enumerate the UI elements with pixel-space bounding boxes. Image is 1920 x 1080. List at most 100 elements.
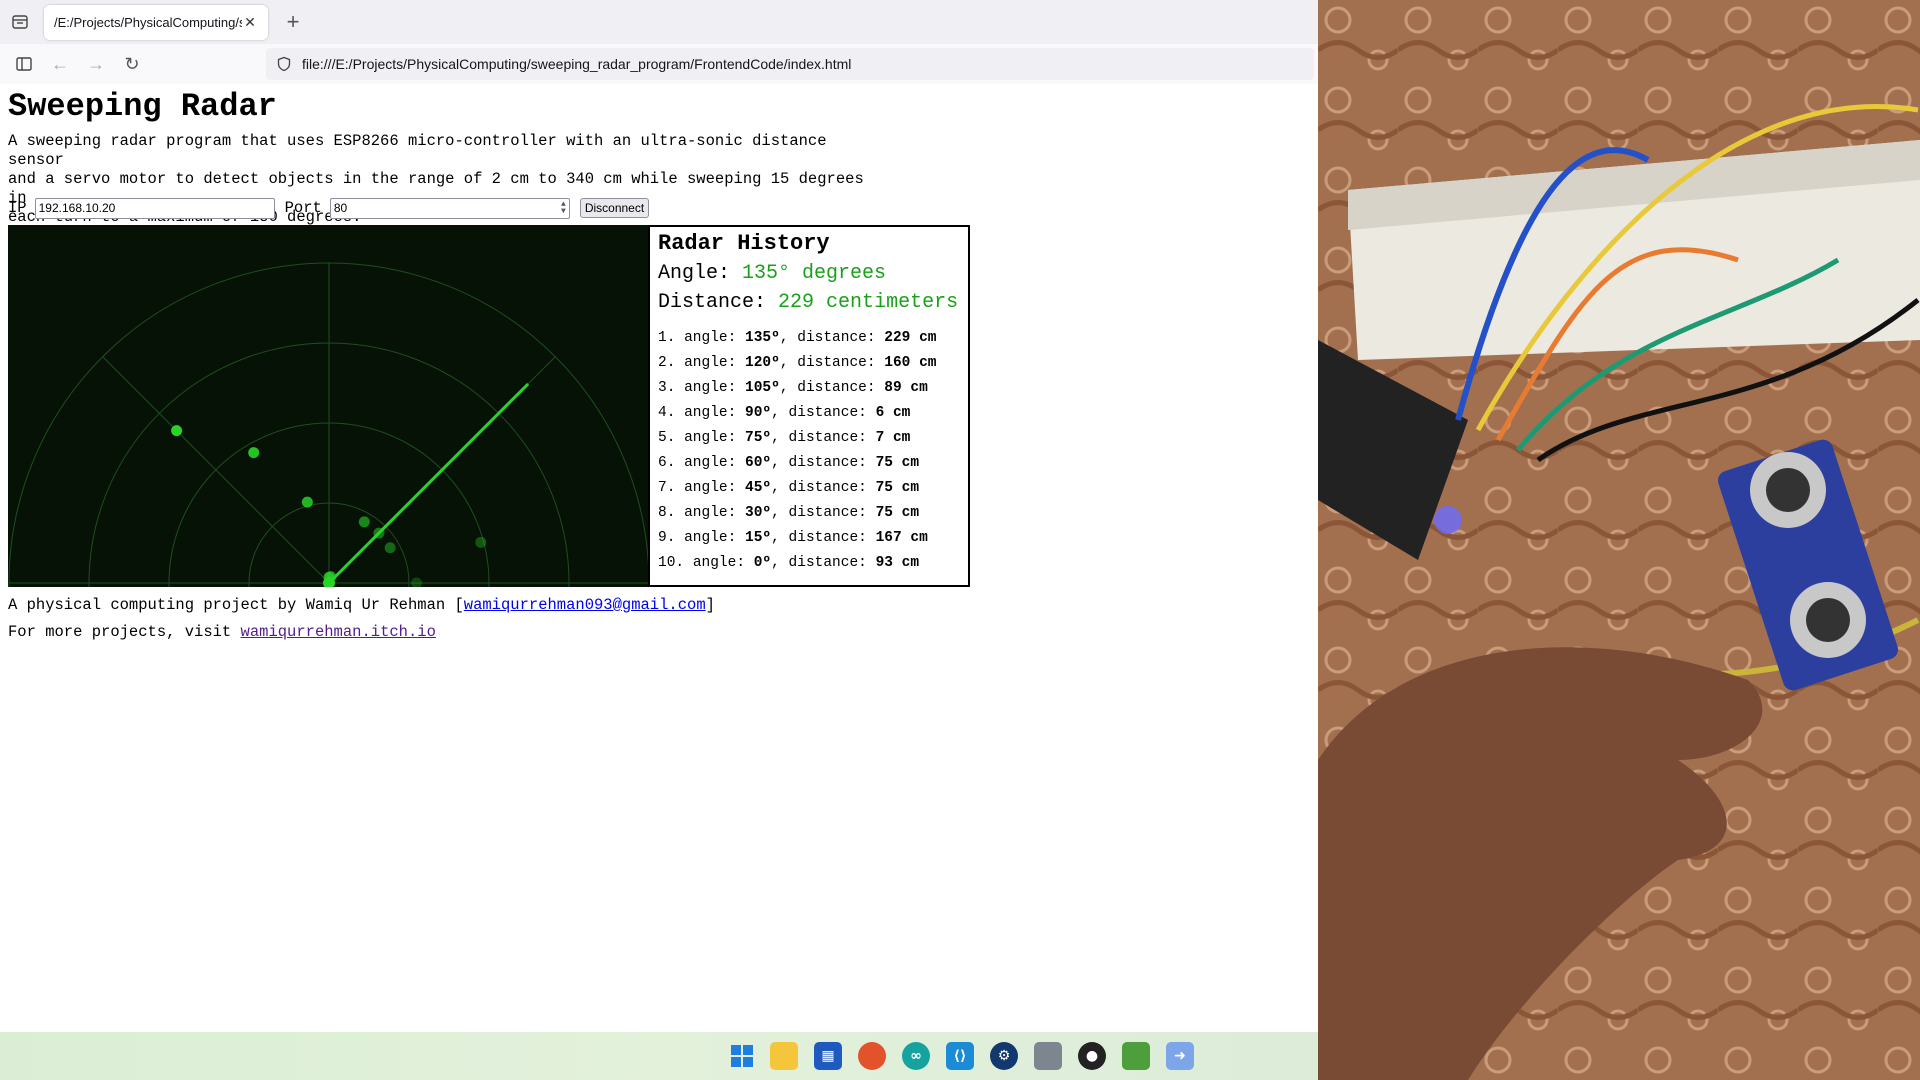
game-icon[interactable] xyxy=(1122,1042,1150,1070)
sidebar-toggle-icon[interactable] xyxy=(12,52,36,76)
camera-image xyxy=(1318,0,1920,1080)
radar-display xyxy=(8,262,648,587)
entry-angle-label: angle: xyxy=(684,480,737,496)
page-title: Sweeping Radar xyxy=(8,88,277,125)
vscode-icon[interactable]: ⟨⟩ xyxy=(946,1042,974,1070)
footer-projects-text: For more projects, visit xyxy=(8,623,241,641)
port-field: ▲▼ xyxy=(329,197,570,219)
entry-number: 3. xyxy=(658,380,676,396)
history-entry: 4. angle: 90º, distance: 6 cm xyxy=(658,405,911,421)
entry-distance-value: 229 cm xyxy=(884,330,937,346)
history-entry: 10. angle: 0º, distance: 93 cm xyxy=(658,555,920,571)
history-list: 1. angle: 135º, distance: 229 cm 2. angle… xyxy=(658,326,960,576)
entry-angle-label: angle: xyxy=(684,530,737,546)
entry-distance-value: 89 cm xyxy=(884,380,928,396)
entry-distance-value: 167 cm xyxy=(875,530,928,546)
current-distance: Distance: 229 centimeters xyxy=(658,291,960,314)
entry-distance-label: distance: xyxy=(797,355,876,371)
page-content: Sweeping Radar A sweeping radar program … xyxy=(0,84,1318,1032)
entry-angle-label: angle: xyxy=(684,380,737,396)
entry-angle-value: 60º xyxy=(745,455,772,471)
windows-start-icon[interactable] xyxy=(728,1042,756,1070)
new-tab-button[interactable]: + xyxy=(280,9,306,35)
entry-angle-label: angle: xyxy=(692,555,746,571)
port-spinner-icon[interactable]: ▲ ▼ xyxy=(561,200,566,215)
disconnect-button[interactable]: Disconnect xyxy=(579,198,650,218)
arrow-app-icon[interactable]: ➜ xyxy=(1166,1042,1194,1070)
forward-arrow-icon[interactable]: → xyxy=(84,52,108,76)
entry-number: 6. xyxy=(658,455,676,471)
current-angle: Angle: 135° degrees xyxy=(658,262,960,285)
browser-window: /E:/Projects/PhysicalComputing/swe ✕ + ←… xyxy=(0,0,1318,1032)
reload-icon[interactable]: ↻ xyxy=(120,52,144,76)
entry-angle-value: 15º xyxy=(745,530,772,546)
ip-input[interactable] xyxy=(34,197,275,219)
tab-index-html[interactable]: /E:/Projects/PhysicalComputing/swe ✕ xyxy=(44,5,268,40)
history-entry: 7. angle: 45º, distance: 75 cm xyxy=(658,480,920,496)
angle-value: 135° degrees xyxy=(742,262,887,285)
distance-label: Distance: xyxy=(658,291,767,314)
entry-number: 8. xyxy=(658,505,676,521)
entry-angle-value: 30º xyxy=(745,505,772,521)
footer-author-text: A physical computing project by Wamiq Ur… xyxy=(8,596,464,614)
history-entry: 5. angle: 75º, distance: 7 cm xyxy=(658,430,911,446)
tab-bar: /E:/Projects/PhysicalComputing/swe ✕ + xyxy=(0,0,1318,44)
entry-distance-value: 75 cm xyxy=(875,455,920,471)
arduino-icon[interactable]: ∞ xyxy=(902,1042,930,1070)
back-arrow-icon[interactable]: ← xyxy=(48,52,72,76)
entry-angle-label: angle: xyxy=(684,405,737,421)
entry-angle-value: 0º xyxy=(753,555,772,571)
history-title: Radar History xyxy=(658,231,830,256)
obs-icon[interactable]: ● xyxy=(1078,1042,1106,1070)
footer-author: A physical computing project by Wamiq Ur… xyxy=(8,596,715,614)
entry-angle-value: 135º xyxy=(745,330,780,346)
entry-number: 9. xyxy=(658,530,676,546)
navigation-bar: ← → ↻ xyxy=(0,44,1318,84)
itch-link[interactable]: wamiqurrehman.itch.io xyxy=(241,623,436,641)
radar-point xyxy=(475,536,487,548)
file-explorer-icon[interactable] xyxy=(770,1042,798,1070)
entry-angle-value: 120º xyxy=(745,355,780,371)
email-link[interactable]: wamiqurrehman093@gmail.com xyxy=(464,596,706,614)
taskbar: ▦ ∞ ⟨⟩ ⚙ ● ➜ xyxy=(0,1032,1318,1080)
entry-distance-label: distance: xyxy=(788,455,867,471)
firefox-icon[interactable] xyxy=(858,1042,886,1070)
entry-number: 10. xyxy=(658,555,685,571)
steam-icon[interactable]: ⚙ xyxy=(990,1042,1018,1070)
radar-grid-line xyxy=(102,356,330,584)
shield-icon[interactable] xyxy=(276,56,292,72)
radar-canvas xyxy=(8,225,648,587)
entry-angle-label: angle: xyxy=(684,430,737,446)
entry-angle-value: 105º xyxy=(745,380,780,396)
entry-distance-value: 160 cm xyxy=(884,355,937,371)
camera-feed xyxy=(1318,0,1920,1080)
angle-label: Angle: xyxy=(658,262,731,285)
port-input[interactable] xyxy=(329,197,570,219)
close-tab-icon[interactable]: ✕ xyxy=(242,14,258,31)
entry-distance-label: distance: xyxy=(797,330,876,346)
port-label: Port xyxy=(284,199,322,217)
url-bar[interactable] xyxy=(266,48,1314,80)
history-entry: 8. angle: 30º, distance: 75 cm xyxy=(658,505,920,521)
radar-point xyxy=(248,447,260,459)
entry-distance-value: 75 cm xyxy=(875,480,920,496)
ip-label: IP xyxy=(8,199,27,217)
description-line: A sweeping radar program that uses ESP82… xyxy=(8,132,827,169)
history-entry: 9. angle: 15º, distance: 167 cm xyxy=(658,530,928,546)
distance-value: 229 centimeters xyxy=(778,291,959,314)
entry-distance-label: distance: xyxy=(788,405,867,421)
entry-distance-label: distance: xyxy=(788,480,867,496)
entry-number: 2. xyxy=(658,355,676,371)
radar-point xyxy=(384,542,396,554)
store-icon[interactable]: ▦ xyxy=(814,1042,842,1070)
app-icon[interactable] xyxy=(1034,1042,1062,1070)
history-entry: 1. angle: 135º, distance: 229 cm xyxy=(658,330,937,346)
footer-projects: For more projects, visit wamiqurrehman.i… xyxy=(8,623,436,641)
radar-point xyxy=(301,496,313,508)
entry-angle-label: angle: xyxy=(684,355,737,371)
history-entry: 2. angle: 120º, distance: 160 cm xyxy=(658,355,937,371)
url-input[interactable] xyxy=(302,56,1202,72)
tab-list-icon[interactable] xyxy=(10,12,30,32)
entry-angle-value: 75º xyxy=(745,430,772,446)
entry-angle-label: angle: xyxy=(684,505,737,521)
